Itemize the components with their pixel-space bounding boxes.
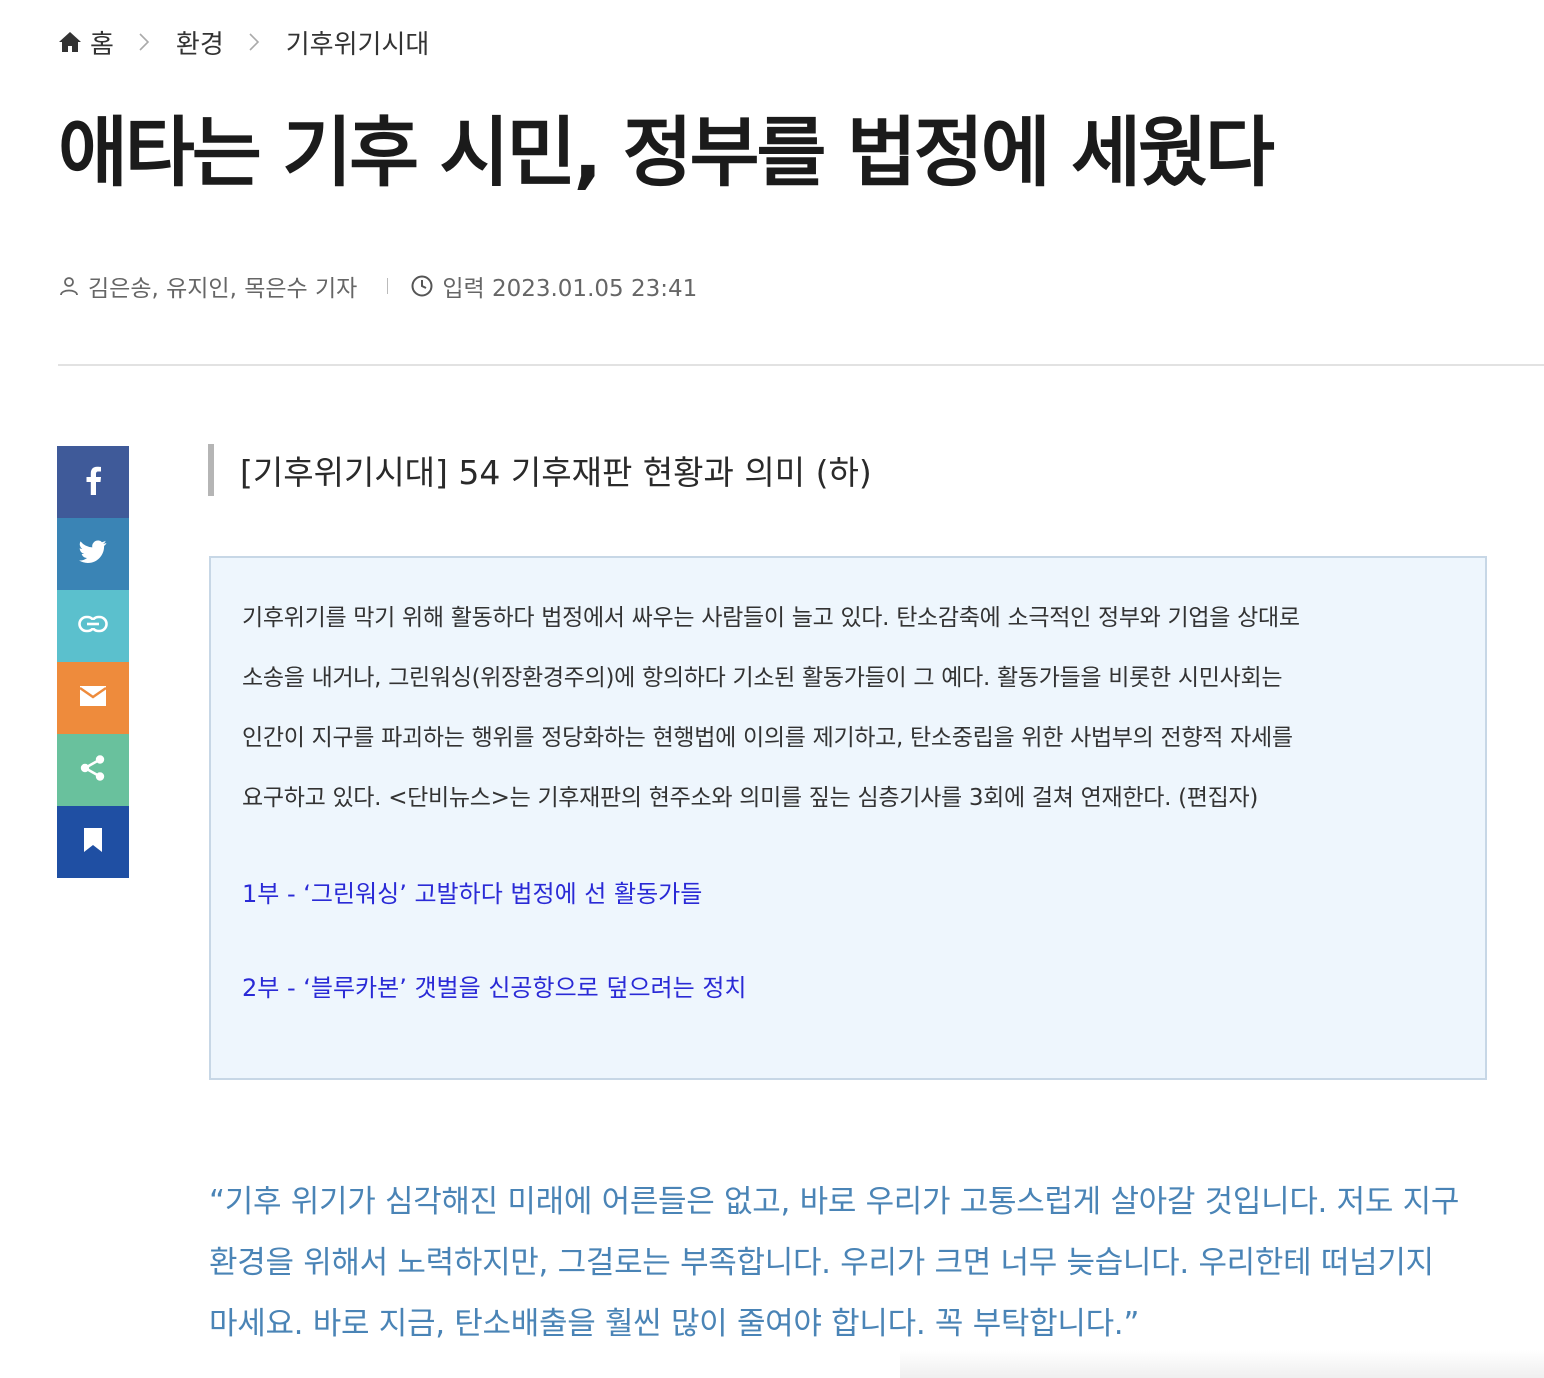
breadcrumb-home[interactable]: 홈 [58,24,114,61]
summary-line: 요구하고 있다. <단비뉴스>는 기후재판의 현주소와 의미를 짚는 심층기사를… [242,785,1259,811]
meta-divider [387,278,389,294]
clock-icon [410,274,434,298]
facebook-icon [83,465,103,499]
chevron-right-icon [248,32,260,52]
breadcrumb-home-label: 홈 [90,29,114,60]
article-meta: 김은송, 유지인, 목은수 기자 입력 2023.01.05 23:41 [58,266,697,306]
quote-line: 환경을 위해서 노력하지만, 그걸로는 부족합니다. 우리가 크면 너무 늦습니… [209,1245,1434,1281]
facebook-share-button[interactable] [57,446,129,518]
bookmark-button[interactable] [57,806,129,878]
bottom-fade [900,1350,1544,1378]
page-title: 애타는 기후 시민, 정부를 법정에 세웠다 [58,108,1275,197]
quote-line: 마세요. 바로 지금, 탄소배출을 훨씬 많이 줄여야 합니다. 꼭 부탁합니다… [209,1306,1140,1342]
summary-line: 기후위기를 막기 위해 활동하다 법정에서 싸우는 사람들이 늘고 있다. 탄소… [242,605,1300,631]
bookmark-icon [83,827,103,857]
article-subtitle: [기후위기시대] 54 기후재판 현황과 의미 (하) [208,444,872,496]
twitter-icon [79,540,107,568]
series-link-part2[interactable]: 2부 - ‘블루카본’ 갯벌을 신공항으로 덮으려는 정치 [242,968,746,1003]
copy-link-button[interactable] [57,590,129,662]
summary-text: 기후위기를 막기 위해 활동하다 법정에서 싸우는 사람들이 늘고 있다. 탄소… [242,588,1462,828]
email-share-button[interactable] [57,662,129,734]
share-button[interactable] [57,734,129,806]
series-link-part1[interactable]: 1부 - ‘그린워싱’ 고발하다 법정에 선 활동가들 [242,874,702,909]
summary-line: 소송을 내거나, 그린워싱(위장환경주의)에 항의하다 기소된 활동가들이 그 … [242,665,1283,691]
published-date: 입력 2023.01.05 23:41 [442,276,698,302]
summary-line: 인간이 지구를 파괴하는 행위를 정당화하는 현행법에 이의를 제기하고, 탄소… [242,725,1293,751]
person-icon [58,275,80,297]
article-quote: “기후 위기가 심각해진 미래에 어른들은 없고, 바로 우리가 고통스럽게 살… [209,1172,1499,1355]
byline: 김은송, 유지인, 목은수 기자 [88,276,358,302]
share-icon [79,754,107,786]
link-icon [78,615,108,637]
home-icon [58,31,82,53]
twitter-share-button[interactable] [57,518,129,590]
share-bar [57,446,129,878]
breadcrumb-subsection[interactable]: 기후위기시대 [286,24,430,61]
header-divider [58,364,1544,366]
email-icon [79,685,107,711]
chevron-right-icon [138,32,150,52]
summary-box: 기후위기를 막기 위해 활동하다 법정에서 싸우는 사람들이 늘고 있다. 탄소… [209,556,1487,1080]
breadcrumb: 홈 환경 기후위기시대 [58,22,429,62]
quote-line: “기후 위기가 심각해진 미래에 어른들은 없고, 바로 우리가 고통스럽게 살… [209,1184,1460,1220]
breadcrumb-section[interactable]: 환경 [176,24,224,61]
